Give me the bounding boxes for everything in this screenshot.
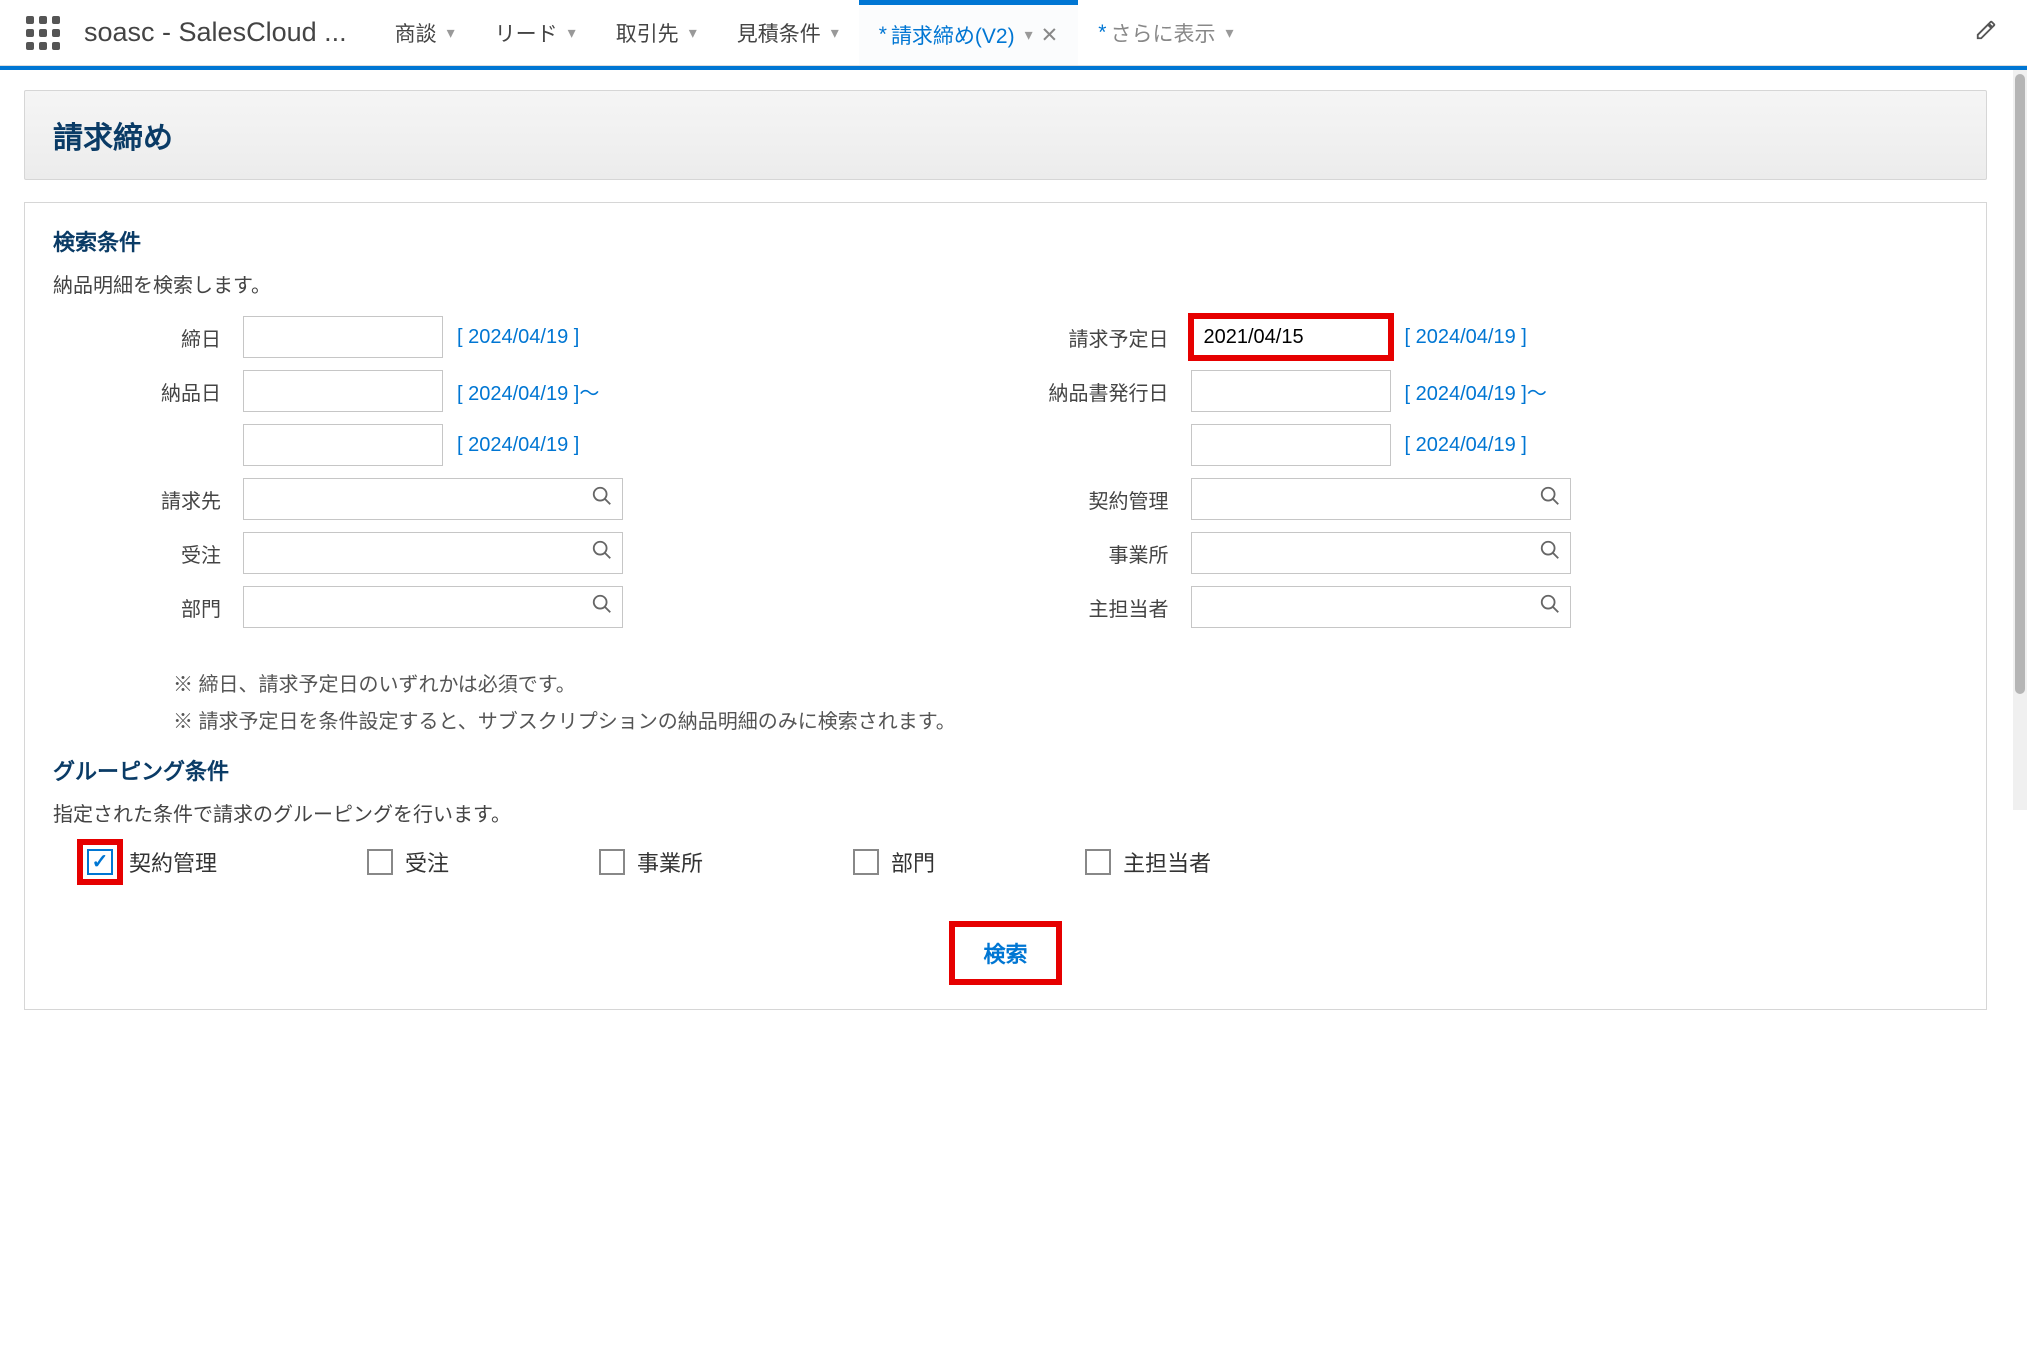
chevron-down-icon[interactable]: ▾ xyxy=(831,23,839,43)
issue-date-to-hint[interactable]: [ 2024/04/19 ] xyxy=(1405,434,1527,457)
close-icon[interactable]: ✕ xyxy=(1041,23,1059,48)
search-button[interactable]: 検索 xyxy=(983,937,1027,969)
closing-date-hint[interactable]: [ 2024/04/19 ] xyxy=(457,326,579,349)
checkbox-order[interactable] xyxy=(367,849,393,875)
scheduled-date-input[interactable] xyxy=(1191,316,1391,358)
department-label: 部門 xyxy=(53,593,243,622)
tab-label: さらに表示 xyxy=(1110,18,1215,48)
order-label: 受注 xyxy=(53,539,243,568)
owner-input[interactable] xyxy=(1191,586,1571,628)
group-section-desc: 指定された条件で請求のグルーピングを行います。 xyxy=(53,798,1958,827)
scrollbar-thumb[interactable] xyxy=(2015,74,2025,694)
tab-account[interactable]: 取引先 ▾ xyxy=(596,0,717,65)
chevron-down-icon[interactable]: ▾ xyxy=(689,23,697,43)
contract-input[interactable] xyxy=(1191,478,1571,520)
checkbox-contract[interactable] xyxy=(87,849,113,875)
search-icon[interactable] xyxy=(591,539,613,567)
chevron-down-icon[interactable]: ▾ xyxy=(568,23,576,43)
checkbox-department[interactable] xyxy=(853,849,879,875)
scheduled-date-hint[interactable]: [ 2024/04/19 ] xyxy=(1405,326,1527,349)
issue-date-label: 納品書発行日 xyxy=(1021,377,1191,406)
owner-label: 主担当者 xyxy=(1021,593,1191,622)
closing-date-label: 締日 xyxy=(53,323,243,352)
chevron-down-icon[interactable]: ▾ xyxy=(1025,25,1033,45)
chevron-down-icon[interactable]: ▾ xyxy=(1225,23,1233,43)
tab-billing-close-active[interactable]: * 請求締め(V2) ▾ ✕ xyxy=(859,0,1079,65)
tab-opportunity[interactable]: 商談 ▾ xyxy=(375,0,475,65)
delivery-date-label: 納品日 xyxy=(53,377,243,406)
note-1: ※ 締日、請求予定日のいずれかは必須です。 xyxy=(173,668,1958,697)
highlight-box xyxy=(83,845,117,879)
closing-date-input[interactable] xyxy=(243,316,443,358)
checkbox-order-label: 受注 xyxy=(405,846,449,878)
nav-tabs: 商談 ▾ リード ▾ 取引先 ▾ 見積条件 ▾ * 請求締め(V2) ▾ ✕ *… xyxy=(375,0,1254,65)
page-title-panel: 請求締め xyxy=(24,90,1987,180)
delivery-date-from-hint[interactable]: [ 2024/04/19 ]～ xyxy=(457,377,599,406)
search-icon[interactable] xyxy=(591,593,613,621)
checkbox-owner[interactable] xyxy=(1085,849,1111,875)
unsaved-indicator-icon: * xyxy=(879,23,887,47)
notes: ※ 締日、請求予定日のいずれかは必須です。 ※ 請求予定日を条件設定すると、サブ… xyxy=(53,668,1958,734)
tab-quote-condition[interactable]: 見積条件 ▾ xyxy=(717,0,859,65)
order-input[interactable] xyxy=(243,532,623,574)
app-title: soasc - SalesCloud ... xyxy=(84,17,347,48)
tab-lead[interactable]: リード ▾ xyxy=(475,0,596,65)
issue-date-to-input[interactable] xyxy=(1191,424,1391,466)
checkbox-department-label: 部門 xyxy=(891,846,935,878)
tab-label: 取引先 xyxy=(616,18,679,48)
search-icon[interactable] xyxy=(1539,539,1561,567)
tab-label: リード xyxy=(495,18,558,48)
office-label: 事業所 xyxy=(1021,539,1191,568)
search-section-desc: 納品明細を検索します。 xyxy=(53,269,1958,298)
delivery-date-to-input[interactable] xyxy=(243,424,443,466)
page-title: 請求締め xyxy=(53,113,1958,157)
app-launcher-icon[interactable] xyxy=(8,4,78,62)
checkbox-contract-label: 契約管理 xyxy=(129,846,217,878)
edit-icon[interactable] xyxy=(1953,19,2019,47)
unsaved-indicator-icon: * xyxy=(1098,21,1106,45)
group-section-title: グルーピング条件 xyxy=(53,754,1958,786)
checkbox-office-label: 事業所 xyxy=(637,846,703,878)
search-icon[interactable] xyxy=(1539,485,1561,513)
search-section-title: 検索条件 xyxy=(53,225,1958,257)
tab-label: 請求締め(V2) xyxy=(891,20,1015,50)
billing-to-label: 請求先 xyxy=(53,485,243,514)
chevron-down-icon[interactable]: ▾ xyxy=(447,23,455,43)
highlight-box: 検索 xyxy=(955,927,1055,979)
note-2: ※ 請求予定日を条件設定すると、サブスクリプションの納品明細のみに検索されます。 xyxy=(173,705,1958,734)
department-input[interactable] xyxy=(243,586,623,628)
scrollbar[interactable] xyxy=(2013,70,2027,810)
app-bar: soasc - SalesCloud ... 商談 ▾ リード ▾ 取引先 ▾ … xyxy=(0,0,2027,66)
tab-label: 見積条件 xyxy=(737,18,821,48)
billing-to-input[interactable] xyxy=(243,478,623,520)
contract-label: 契約管理 xyxy=(1021,485,1191,514)
delivery-date-to-hint[interactable]: [ 2024/04/19 ] xyxy=(457,434,579,457)
issue-date-from-input[interactable] xyxy=(1191,370,1391,412)
tab-label: 商談 xyxy=(395,18,437,48)
office-input[interactable] xyxy=(1191,532,1571,574)
search-panel: 検索条件 納品明細を検索します。 締日 [ 2024/04/19 ] 納品日 xyxy=(24,202,1987,1010)
search-icon[interactable] xyxy=(1539,593,1561,621)
checkbox-office[interactable] xyxy=(599,849,625,875)
checkbox-owner-label: 主担当者 xyxy=(1123,846,1211,878)
search-icon[interactable] xyxy=(591,485,613,513)
tab-more[interactable]: * さらに表示 ▾ xyxy=(1078,0,1253,65)
delivery-date-from-input[interactable] xyxy=(243,370,443,412)
issue-date-from-hint[interactable]: [ 2024/04/19 ]～ xyxy=(1405,377,1547,406)
scheduled-date-label: 請求予定日 xyxy=(1021,323,1191,352)
